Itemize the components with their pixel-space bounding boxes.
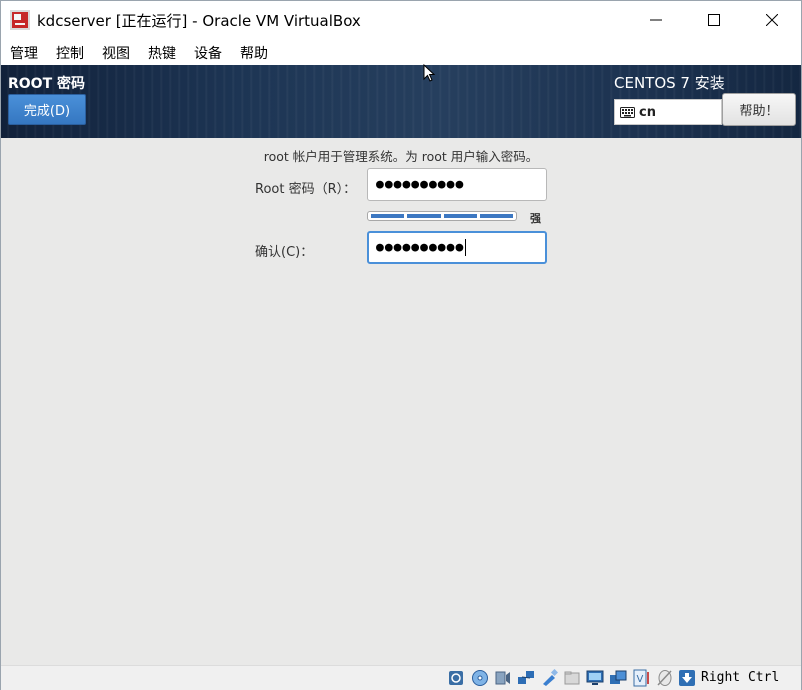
- root-password-value: ●●●●●●●●●●: [376, 177, 465, 192]
- menu-help[interactable]: 帮助: [240, 43, 268, 63]
- video-capture-icon[interactable]: [609, 669, 627, 687]
- strength-segment: [371, 214, 405, 218]
- text-caret: [465, 239, 467, 256]
- keyboard-layout-label: cn: [639, 104, 656, 120]
- keyboard-layout-indicator[interactable]: cn: [614, 99, 722, 125]
- confirm-password-label: 确认(C)：: [255, 245, 314, 260]
- menu-control[interactable]: 控制: [56, 43, 84, 63]
- menu-hotkeys[interactable]: 热键: [148, 43, 176, 63]
- intro-text: root 帐户用于管理系统。为 root 用户输入密码。: [263, 149, 539, 164]
- display-icon[interactable]: [586, 669, 604, 687]
- minimize-button[interactable]: [627, 1, 685, 39]
- title-bar[interactable]: kdcserver [正在运行] - Oracle VM VirtualBox: [1, 1, 801, 39]
- menu-devices[interactable]: 设备: [194, 43, 222, 63]
- mouse-integration-icon[interactable]: [655, 669, 673, 687]
- virtualization-icon[interactable]: V: [632, 669, 650, 687]
- password-strength-label: 强: [530, 212, 541, 225]
- root-password-label: Root 密码（R）：: [255, 182, 357, 197]
- minimize-icon: [650, 19, 662, 21]
- menu-view[interactable]: 视图: [102, 43, 130, 63]
- close-icon: [766, 14, 778, 26]
- confirm-password-field[interactable]: ●●●●●●●●●●: [367, 231, 547, 264]
- root-password-field[interactable]: ●●●●●●●●●●: [367, 168, 547, 201]
- close-button[interactable]: [743, 1, 801, 39]
- confirm-password-value: ●●●●●●●●●●: [376, 240, 465, 255]
- password-strength-bar: [367, 211, 517, 221]
- host-key-arrow-icon: [679, 670, 695, 686]
- strength-segment: [479, 214, 513, 218]
- mouse-cursor-icon: [423, 64, 436, 82]
- hard-disk-icon[interactable]: [447, 669, 465, 687]
- done-button[interactable]: 完成(D): [8, 94, 86, 125]
- help-button[interactable]: 帮助！: [722, 93, 796, 126]
- keyboard-icon: [620, 106, 635, 118]
- strength-segment: [443, 214, 477, 218]
- menu-bar: 管理 控制 视图 热键 设备 帮助: [1, 39, 801, 65]
- menu-machine[interactable]: 管理: [10, 43, 38, 63]
- svg-text:V: V: [637, 674, 644, 685]
- status-bar: V Right Ctrl: [1, 665, 801, 690]
- optical-disk-icon[interactable]: [471, 669, 489, 687]
- audio-icon[interactable]: [494, 669, 512, 687]
- product-title: CENTOS 7 安装: [614, 74, 725, 92]
- window-title: kdcserver [正在运行] - Oracle VM VirtualBox: [37, 12, 361, 30]
- usb-icon[interactable]: [540, 669, 558, 687]
- root-password-spoke: root 帐户用于管理系统。为 root 用户输入密码。 Root 密码（R）：…: [1, 138, 801, 665]
- strength-segment: [407, 214, 441, 218]
- shared-folders-icon[interactable]: [563, 669, 581, 687]
- maximize-button[interactable]: [685, 1, 743, 39]
- virtualbox-app-icon: [10, 10, 30, 30]
- spoke-title: ROOT 密码: [8, 76, 86, 92]
- virtualbox-window: kdcserver [正在运行] - Oracle VM VirtualBox …: [0, 0, 802, 690]
- maximize-icon: [708, 14, 720, 26]
- host-key-label: Right Ctrl: [701, 670, 780, 685]
- installer-header: ROOT 密码 完成(D) CENTOS 7 安装 cn 帮助！: [1, 65, 801, 138]
- network-icon[interactable]: [517, 669, 535, 687]
